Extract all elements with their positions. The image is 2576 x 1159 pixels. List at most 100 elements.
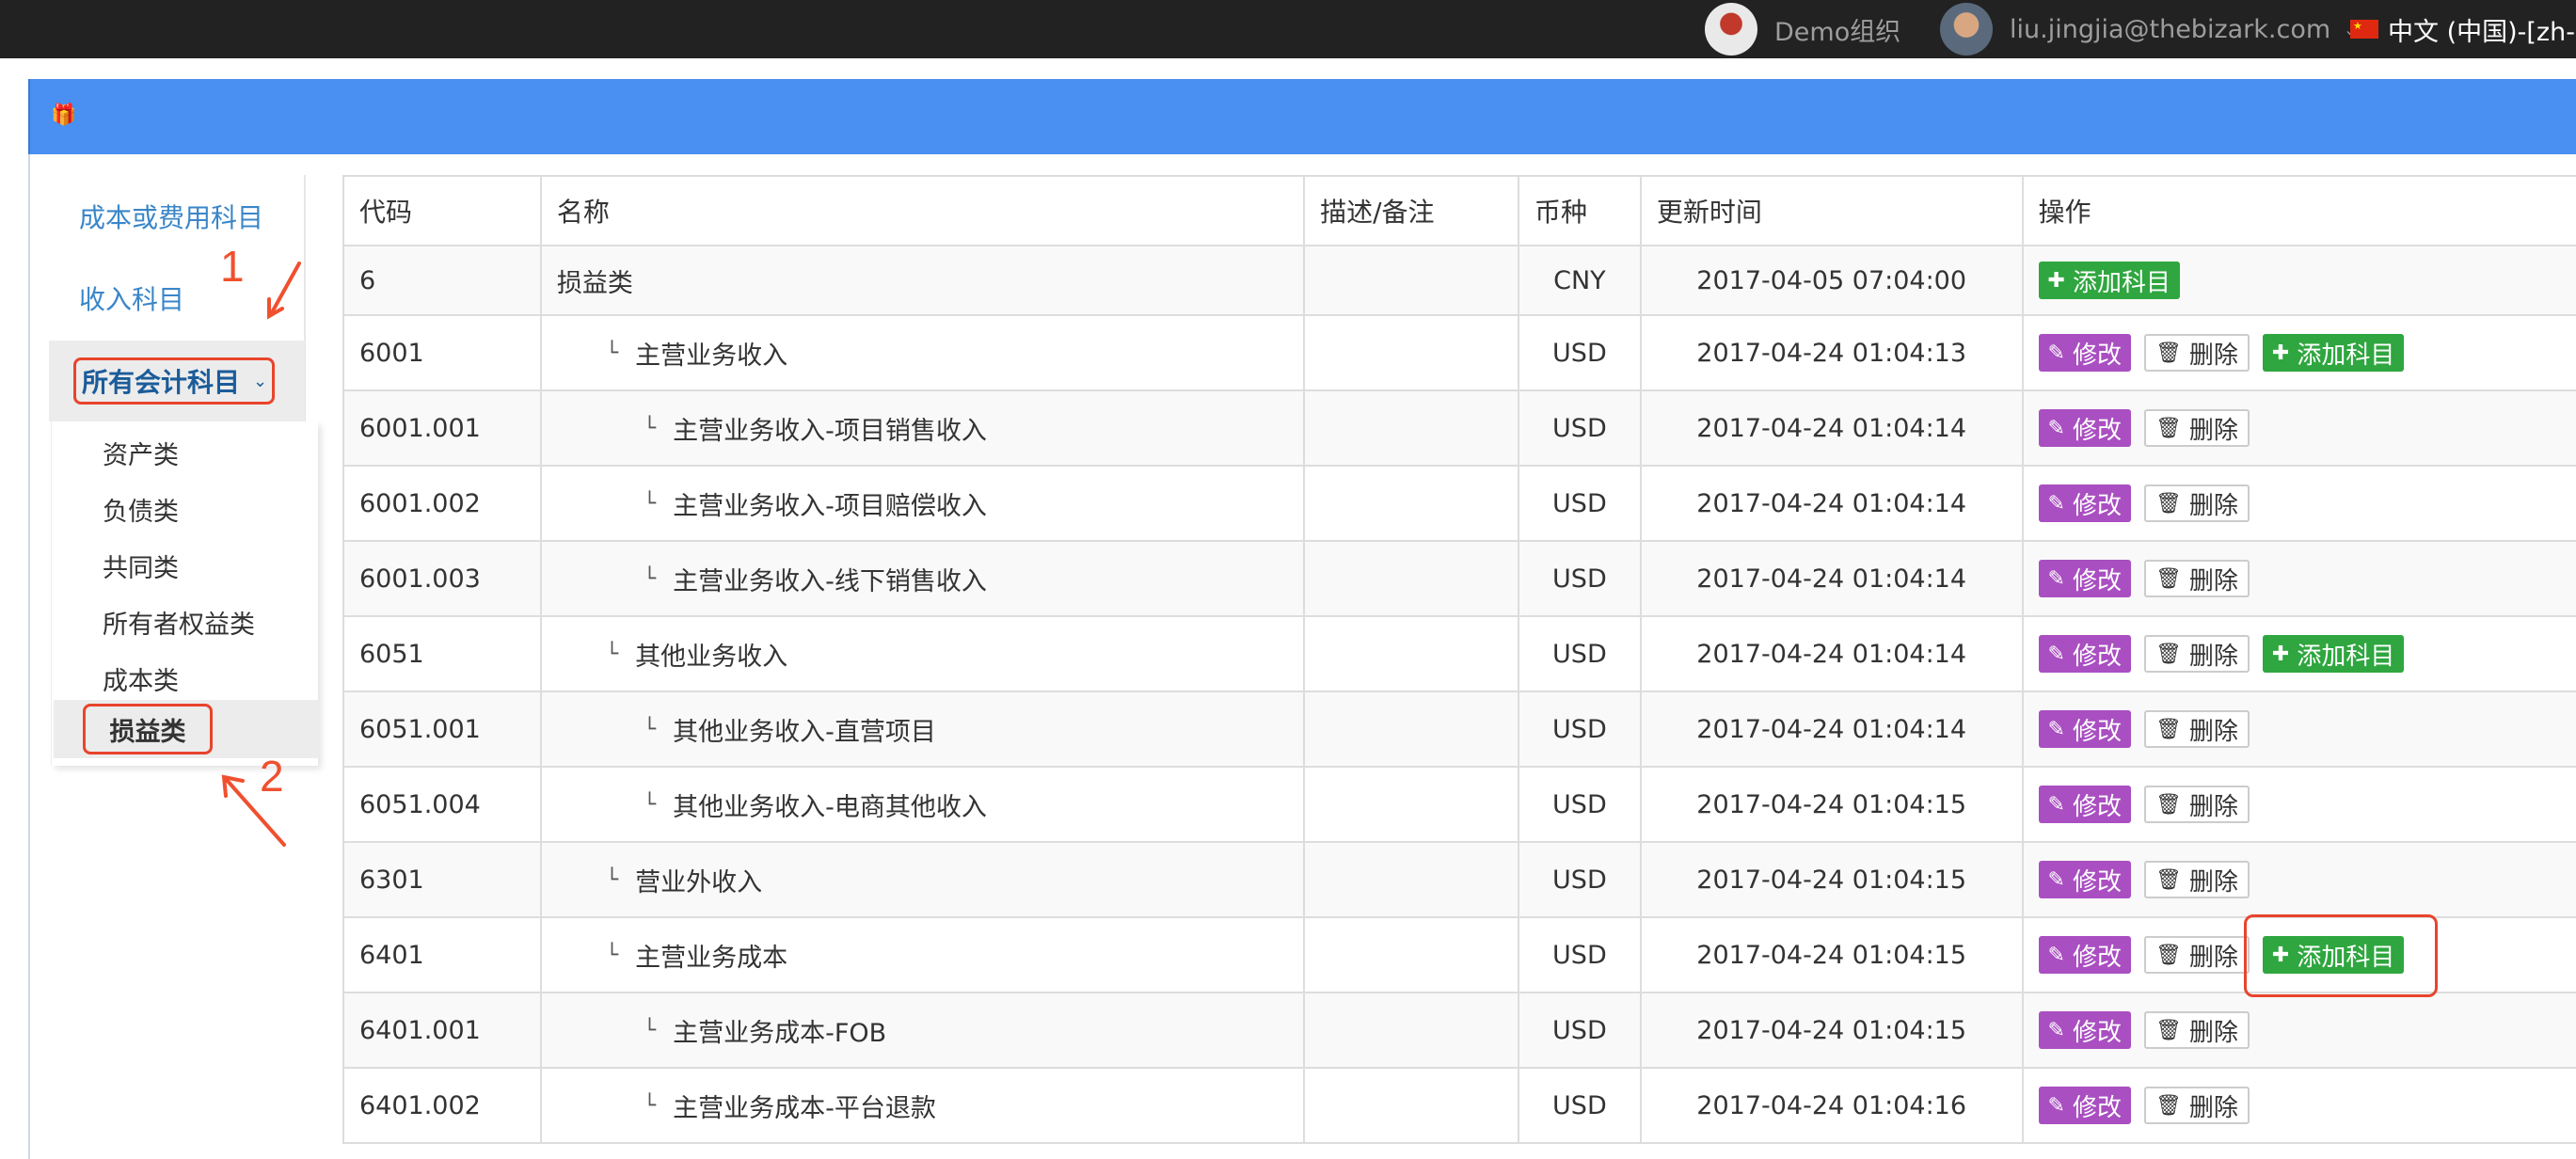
user-menu[interactable]: liu.jingjia@thebizark.com ⌄ bbox=[1940, 0, 2357, 58]
col-header-code: 代码 bbox=[344, 177, 542, 245]
cell-code: 6401.001 bbox=[344, 993, 542, 1067]
chevron-down-icon: ⌄ bbox=[253, 371, 268, 391]
edit-button[interactable]: ✎ 修改 bbox=[2038, 1011, 2131, 1049]
edit-icon: ✎ bbox=[2047, 943, 2065, 967]
delete-button[interactable]: 🗑 删除 bbox=[2143, 1087, 2250, 1124]
cell-ops: ✎ 修改 🗑 删除 ✚ 添加科目 bbox=[2024, 617, 2576, 691]
cell-updated: 2017-04-24 01:04:14 bbox=[1642, 467, 2024, 540]
edit-button[interactable]: ✎ 修改 bbox=[2038, 786, 2131, 823]
top-navbar: Demo组织 liu.jingjia@thebizark.com ⌄ 中文 (中… bbox=[0, 0, 2576, 58]
add-account-button[interactable]: ✚ 添加科目 bbox=[2262, 635, 2405, 673]
trash-icon: 🗑 bbox=[2155, 491, 2182, 516]
cell-currency: USD bbox=[1519, 617, 1642, 691]
delete-button[interactable]: 🗑 删除 bbox=[2143, 560, 2250, 597]
trash-icon: 🗑 bbox=[2155, 717, 2182, 741]
panel-left-border bbox=[28, 154, 30, 1159]
edit-button[interactable]: ✎ 修改 bbox=[2038, 710, 2131, 748]
tree-branch-icon: └ bbox=[643, 1018, 657, 1042]
menu-item-common[interactable]: 共同类 bbox=[103, 548, 179, 584]
tree-branch-icon: └ bbox=[605, 341, 619, 365]
trash-icon: 🗑 bbox=[2155, 792, 2182, 817]
trash-icon: 🗑 bbox=[2155, 566, 2182, 591]
menu-item-equity[interactable]: 所有者权益类 bbox=[103, 604, 255, 641]
delete-button[interactable]: 🗑 删除 bbox=[2143, 1011, 2250, 1049]
trash-icon: 🗑 bbox=[2155, 341, 2182, 365]
cell-desc bbox=[1305, 316, 1519, 389]
tree-branch-icon: └ bbox=[643, 566, 657, 591]
cell-ops: ✎ 修改 🗑 删除 bbox=[2024, 692, 2576, 766]
cell-updated: 2017-04-24 01:04:14 bbox=[1642, 391, 2024, 465]
annotation-arrow-2-head bbox=[221, 774, 245, 798]
menu-item-profit-loss[interactable]: 损益类 bbox=[83, 704, 213, 754]
edit-button[interactable]: ✎ 修改 bbox=[2038, 1087, 2131, 1124]
account-name: 主营业务收入 bbox=[635, 341, 788, 371]
cell-name: └ 其他业务收入-电商其他收入 bbox=[542, 768, 1306, 841]
cell-desc bbox=[1305, 246, 1519, 314]
cell-currency: USD bbox=[1519, 1069, 1642, 1142]
edit-button[interactable]: ✎ 修改 bbox=[2038, 484, 2131, 522]
cell-code: 6001.001 bbox=[344, 391, 542, 465]
language-switcher[interactable]: 中文 (中国)-[zh-C bbox=[2350, 0, 2576, 58]
account-name: 主营业务收入-项目赔偿收入 bbox=[673, 491, 987, 521]
delete-button[interactable]: 🗑 删除 bbox=[2143, 334, 2250, 372]
add-account-button[interactable]: ✚ 添加科目 bbox=[2038, 262, 2180, 299]
edit-button[interactable]: ✎ 修改 bbox=[2038, 409, 2131, 447]
gift-icon: 🎁 bbox=[51, 103, 77, 127]
cell-desc bbox=[1305, 768, 1519, 841]
edit-button[interactable]: ✎ 修改 bbox=[2038, 334, 2131, 372]
edit-button-label: 修改 bbox=[2072, 642, 2122, 671]
delete-button-label: 删除 bbox=[2188, 566, 2238, 595]
trash-icon: 🗑 bbox=[2155, 1018, 2182, 1042]
language-label: 中文 (中国)-[zh-C bbox=[2388, 17, 2576, 47]
cell-ops: ✎ 修改 🗑 删除 bbox=[2024, 768, 2576, 841]
edit-icon: ✎ bbox=[2047, 491, 2065, 516]
delete-button[interactable]: 🗑 删除 bbox=[2143, 710, 2250, 748]
delete-button[interactable]: 🗑 删除 bbox=[2143, 936, 2250, 974]
all-accounts-dropdown[interactable]: 所有会计科目 ⌄ bbox=[73, 357, 275, 405]
delete-button[interactable]: 🗑 删除 bbox=[2143, 786, 2250, 823]
cell-name: └ 主营业务收入-项目销售收入 bbox=[542, 391, 1306, 465]
menu-item-assets[interactable]: 资产类 bbox=[103, 435, 179, 471]
cell-updated: 2017-04-24 01:04:14 bbox=[1642, 542, 2024, 615]
delete-button[interactable]: 🗑 删除 bbox=[2143, 861, 2250, 898]
delete-button-label: 删除 bbox=[2188, 943, 2238, 972]
user-avatar bbox=[1940, 3, 1993, 56]
account-name: 其他业务收入-电商其他收入 bbox=[673, 792, 987, 822]
add-account-button-label: 添加科目 bbox=[2072, 268, 2171, 297]
org-switcher[interactable]: Demo组织 bbox=[1705, 0, 1900, 58]
account-name: 损益类 bbox=[556, 268, 633, 298]
cell-desc bbox=[1305, 993, 1519, 1067]
delete-button[interactable]: 🗑 删除 bbox=[2143, 409, 2250, 447]
cell-desc bbox=[1305, 391, 1519, 465]
cell-desc bbox=[1305, 1069, 1519, 1142]
table-row: 6401.002 └ 主营业务成本-平台退款 USD 2017-04-24 01:04:… bbox=[344, 1069, 2576, 1144]
account-name: 营业外收入 bbox=[635, 867, 763, 897]
sidebar-link-income-accounts[interactable]: 收入科目 bbox=[79, 279, 184, 317]
table-row: 6051.004 └ 其他业务收入-电商其他收入 USD 2017-04-24 01:0… bbox=[344, 768, 2576, 843]
add-account-button-label: 添加科目 bbox=[2297, 341, 2395, 370]
cell-currency: USD bbox=[1519, 918, 1642, 992]
edit-button[interactable]: ✎ 修改 bbox=[2038, 936, 2131, 974]
account-name: 其他业务收入-直营项目 bbox=[673, 717, 936, 747]
account-name: 主营业务成本-平台退款 bbox=[673, 1093, 936, 1123]
delete-button-label: 删除 bbox=[2188, 416, 2238, 445]
cell-updated: 2017-04-24 01:04:15 bbox=[1642, 918, 2024, 992]
add-account-button-label: 添加科目 bbox=[2297, 642, 2395, 671]
edit-icon: ✎ bbox=[2047, 341, 2065, 365]
dropdown-label: 所有会计科目 bbox=[82, 367, 241, 398]
cell-currency: USD bbox=[1519, 768, 1642, 841]
menu-item-liabilities[interactable]: 负债类 bbox=[103, 491, 179, 528]
delete-button-label: 删除 bbox=[2188, 642, 2238, 671]
table-row: 6401 └ 主营业务成本 USD 2017-04-24 01:04:15 ✎ 修改 🗑 删除 ✚… bbox=[344, 918, 2576, 993]
edit-button[interactable]: ✎ 修改 bbox=[2038, 635, 2131, 673]
edit-button[interactable]: ✎ 修改 bbox=[2038, 861, 2131, 898]
delete-button[interactable]: 🗑 删除 bbox=[2143, 484, 2250, 522]
sidebar-link-cost-accounts[interactable]: 成本或费用科目 bbox=[79, 198, 263, 235]
edit-button[interactable]: ✎ 修改 bbox=[2038, 560, 2131, 597]
account-name: 主营业务成本-FOB bbox=[673, 1018, 887, 1048]
account-name: 主营业务收入-线下销售收入 bbox=[673, 566, 987, 596]
delete-button[interactable]: 🗑 删除 bbox=[2143, 635, 2250, 673]
menu-item-cost[interactable]: 成本类 bbox=[103, 660, 179, 697]
trash-icon: 🗑 bbox=[2155, 943, 2182, 967]
add-account-button[interactable]: ✚ 添加科目 bbox=[2262, 334, 2405, 372]
